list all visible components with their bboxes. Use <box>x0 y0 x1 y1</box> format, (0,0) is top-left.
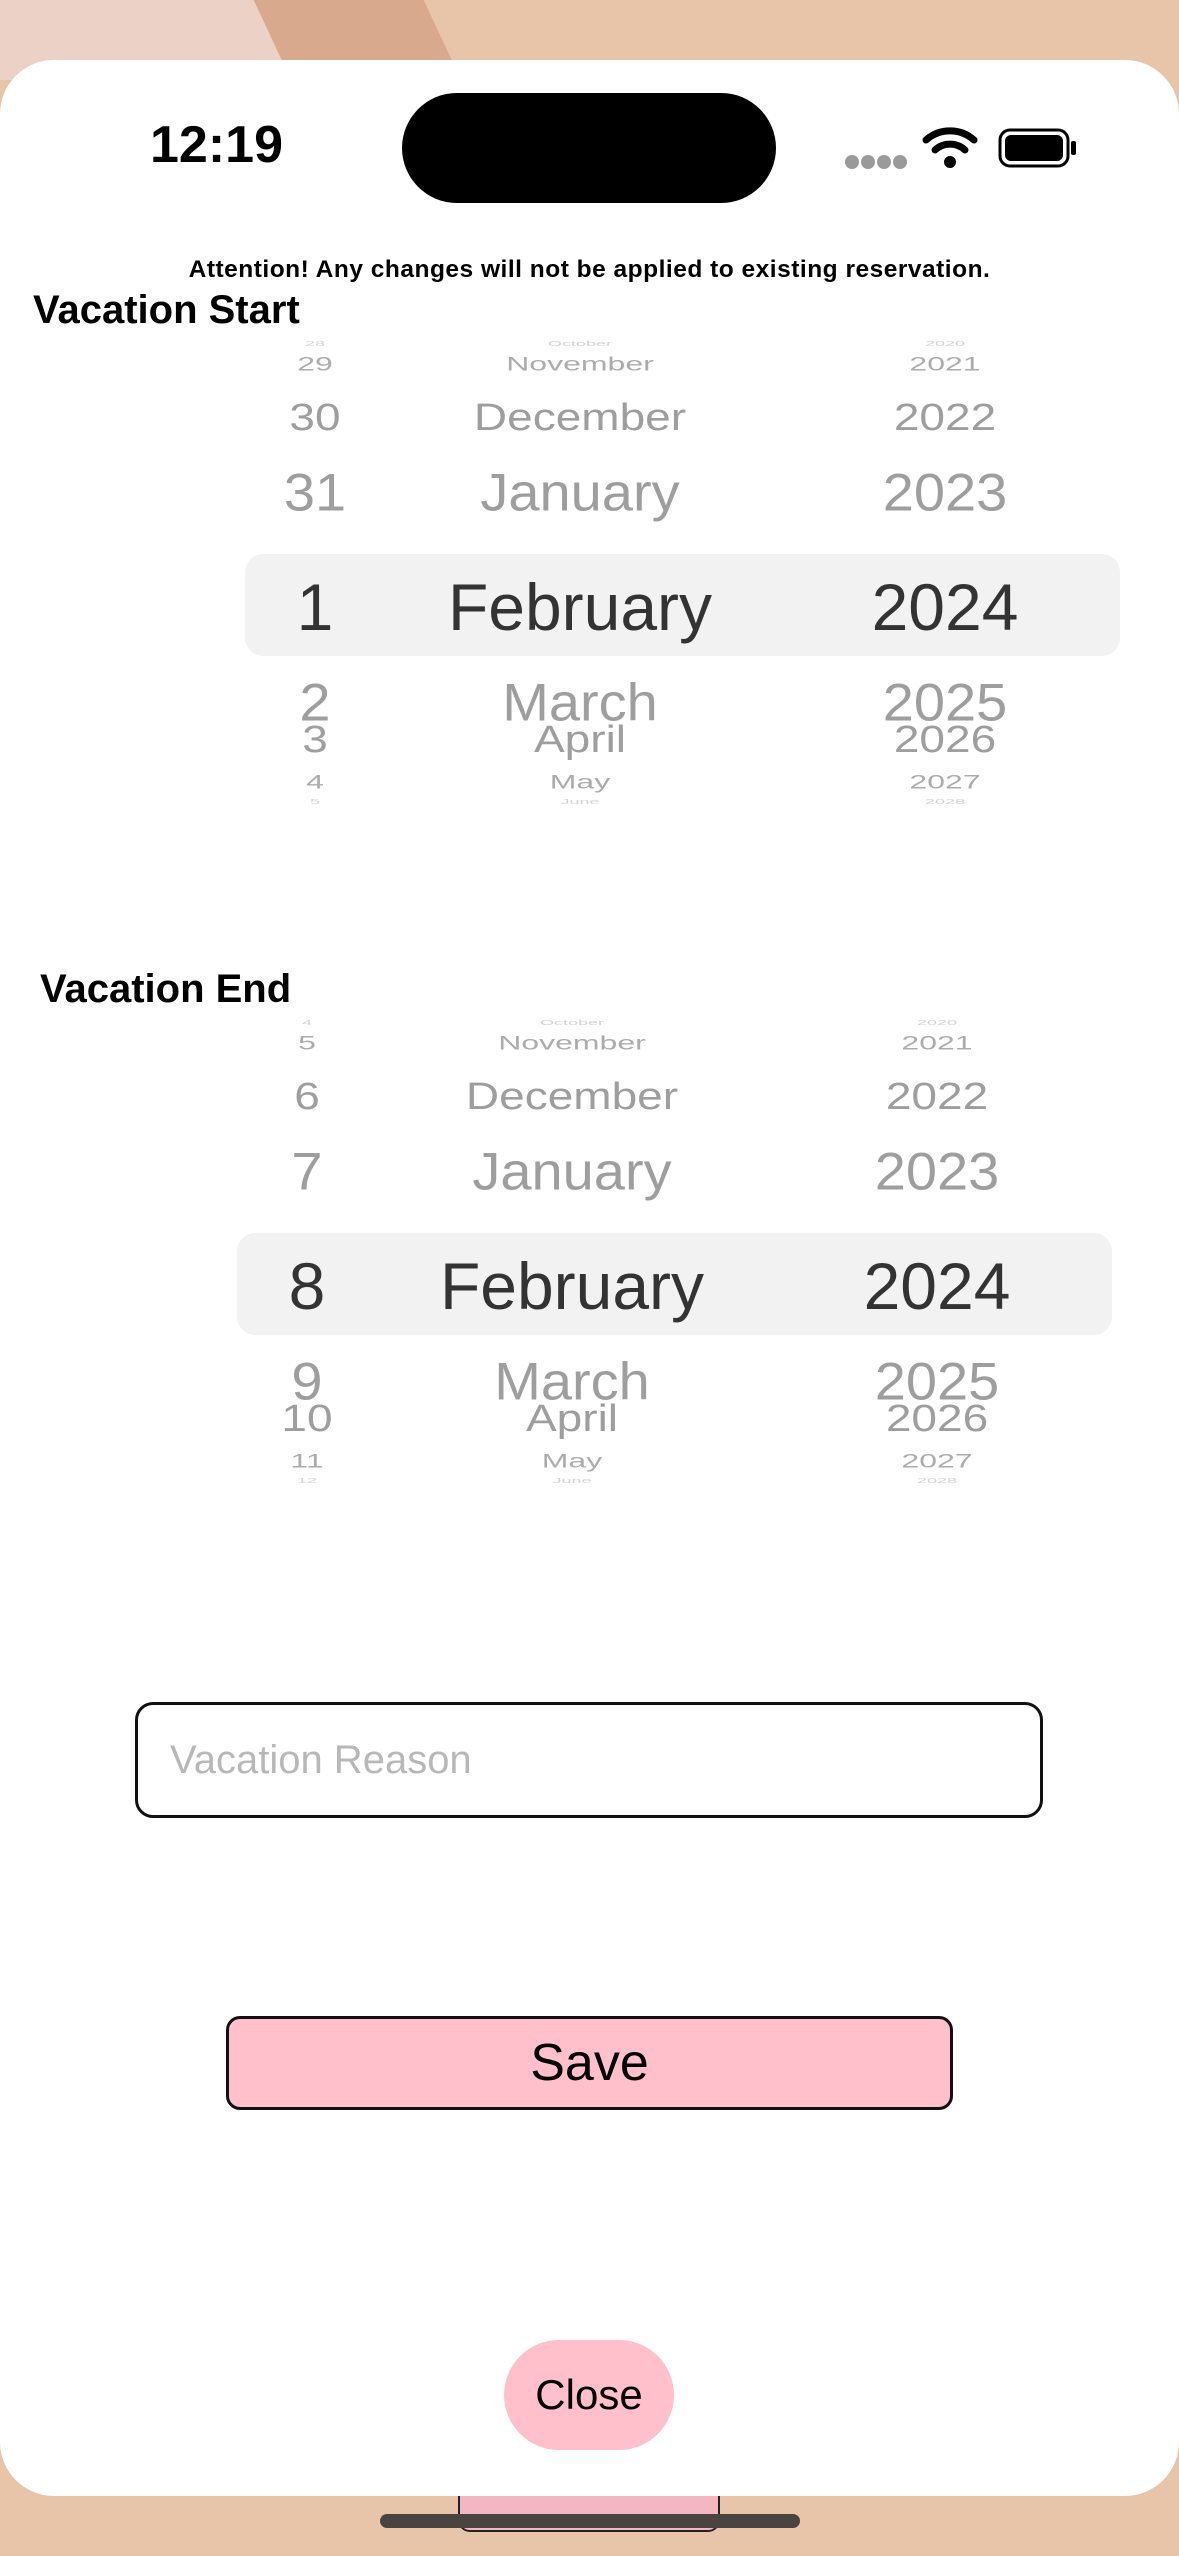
picker-month-option[interactable]: November <box>430 354 730 374</box>
picker-year-option[interactable]: 2026 <box>842 1399 1032 1437</box>
picker-year-option[interactable]: 2024 <box>842 1253 1032 1319</box>
status-time: 12:19 <box>150 116 283 174</box>
picker-year-option[interactable]: 2026 <box>850 720 1040 758</box>
picker-day-option[interactable]: 29 <box>255 354 375 374</box>
picker-day-option[interactable]: 1 <box>255 574 375 640</box>
picker-year-option[interactable]: 2028 <box>850 798 1040 805</box>
picker-month-option[interactable]: December <box>422 1077 722 1115</box>
vacation-sheet: 12:19 Attention! Any changes will not be… <box>0 60 1179 2496</box>
picker-month-option[interactable]: December <box>430 398 730 436</box>
picker-month-option[interactable]: May <box>422 1451 722 1471</box>
vacation-reason-input[interactable] <box>135 1702 1043 1818</box>
close-button[interactable]: Close <box>504 2340 674 2450</box>
picker-month-option[interactable]: June <box>430 798 730 805</box>
home-indicator <box>380 2514 800 2528</box>
cellular-signal-icon <box>845 155 907 169</box>
picker-day-option[interactable]: 11 <box>247 1451 367 1471</box>
month-wheel[interactable]: October November December January February Ma… <box>422 1019 722 1549</box>
picker-day-option[interactable]: 4 <box>247 1019 367 1026</box>
picker-year-option[interactable]: 2024 <box>850 574 1040 640</box>
picker-day-option[interactable]: 8 <box>247 1253 367 1319</box>
day-wheel[interactable]: 4 5 6 7 8 9 10 11 12 <box>247 1019 367 1549</box>
picker-year-option[interactable]: 2022 <box>842 1077 1032 1115</box>
wifi-icon <box>922 127 978 168</box>
picker-year-option[interactable]: 2020 <box>850 340 1040 347</box>
picker-month-option[interactable]: October <box>430 340 730 347</box>
dynamic-island <box>402 93 776 203</box>
picker-day-option[interactable]: 12 <box>247 1477 367 1484</box>
picker-year-option[interactable]: 2028 <box>842 1477 1032 1484</box>
picker-year-option[interactable]: 2021 <box>850 354 1040 374</box>
picker-year-option[interactable]: 2021 <box>842 1033 1032 1053</box>
picker-month-option[interactable]: May <box>430 772 730 792</box>
picker-month-option[interactable]: February <box>430 574 730 640</box>
vacation-start-label: Vacation Start <box>33 288 300 332</box>
picker-day-option[interactable]: 5 <box>247 1033 367 1053</box>
save-button[interactable]: Save <box>226 2016 953 2110</box>
picker-month-option[interactable]: October <box>422 1019 722 1026</box>
picker-year-option[interactable]: 2023 <box>842 1145 1032 1198</box>
picker-day-option[interactable]: 5 <box>255 798 375 805</box>
year-wheel[interactable]: 2020 2021 2022 2023 2024 2025 2026 2027 2028 <box>842 1019 1032 1549</box>
picker-day-option[interactable]: 3 <box>255 720 375 758</box>
picker-month-option[interactable]: November <box>422 1033 722 1053</box>
picker-day-option[interactable]: 4 <box>255 772 375 792</box>
picker-day-option[interactable]: 28 <box>255 340 375 347</box>
picker-month-option[interactable]: June <box>422 1477 722 1484</box>
picker-day-option[interactable]: 10 <box>247 1399 367 1437</box>
picker-year-option[interactable]: 2027 <box>850 772 1040 792</box>
picker-year-option[interactable]: 2027 <box>842 1451 1032 1471</box>
month-wheel[interactable]: October November December January February Ma… <box>430 340 730 870</box>
picker-day-option[interactable]: 6 <box>247 1077 367 1115</box>
vacation-end-picker[interactable]: 4 5 6 7 8 9 10 11 12 October November December Janu… <box>152 1019 1132 1549</box>
day-wheel[interactable]: 28 29 30 31 1 2 3 4 5 <box>255 340 375 870</box>
picker-day-option[interactable]: 7 <box>247 1145 367 1198</box>
picker-day-option[interactable]: 31 <box>255 466 375 519</box>
vacation-start-picker[interactable]: 28 29 30 31 1 2 3 4 5 October November December Jan… <box>160 340 1140 870</box>
year-wheel[interactable]: 2020 2021 2022 2023 2024 2025 2026 2027 2028 <box>850 340 1040 870</box>
picker-month-option[interactable]: April <box>422 1399 722 1437</box>
picker-month-option[interactable]: January <box>422 1145 722 1198</box>
picker-year-option[interactable]: 2020 <box>842 1019 1032 1026</box>
picker-month-option[interactable]: April <box>430 720 730 758</box>
battery-icon <box>998 128 1076 168</box>
picker-year-option[interactable]: 2022 <box>850 398 1040 436</box>
picker-day-option[interactable]: 30 <box>255 398 375 436</box>
notice-text: Attention! Any changes will not be appli… <box>188 256 991 283</box>
picker-year-option[interactable]: 2023 <box>850 466 1040 519</box>
picker-month-option[interactable]: February <box>422 1253 722 1319</box>
vacation-end-label: Vacation End <box>40 967 292 1011</box>
picker-month-option[interactable]: January <box>430 466 730 519</box>
